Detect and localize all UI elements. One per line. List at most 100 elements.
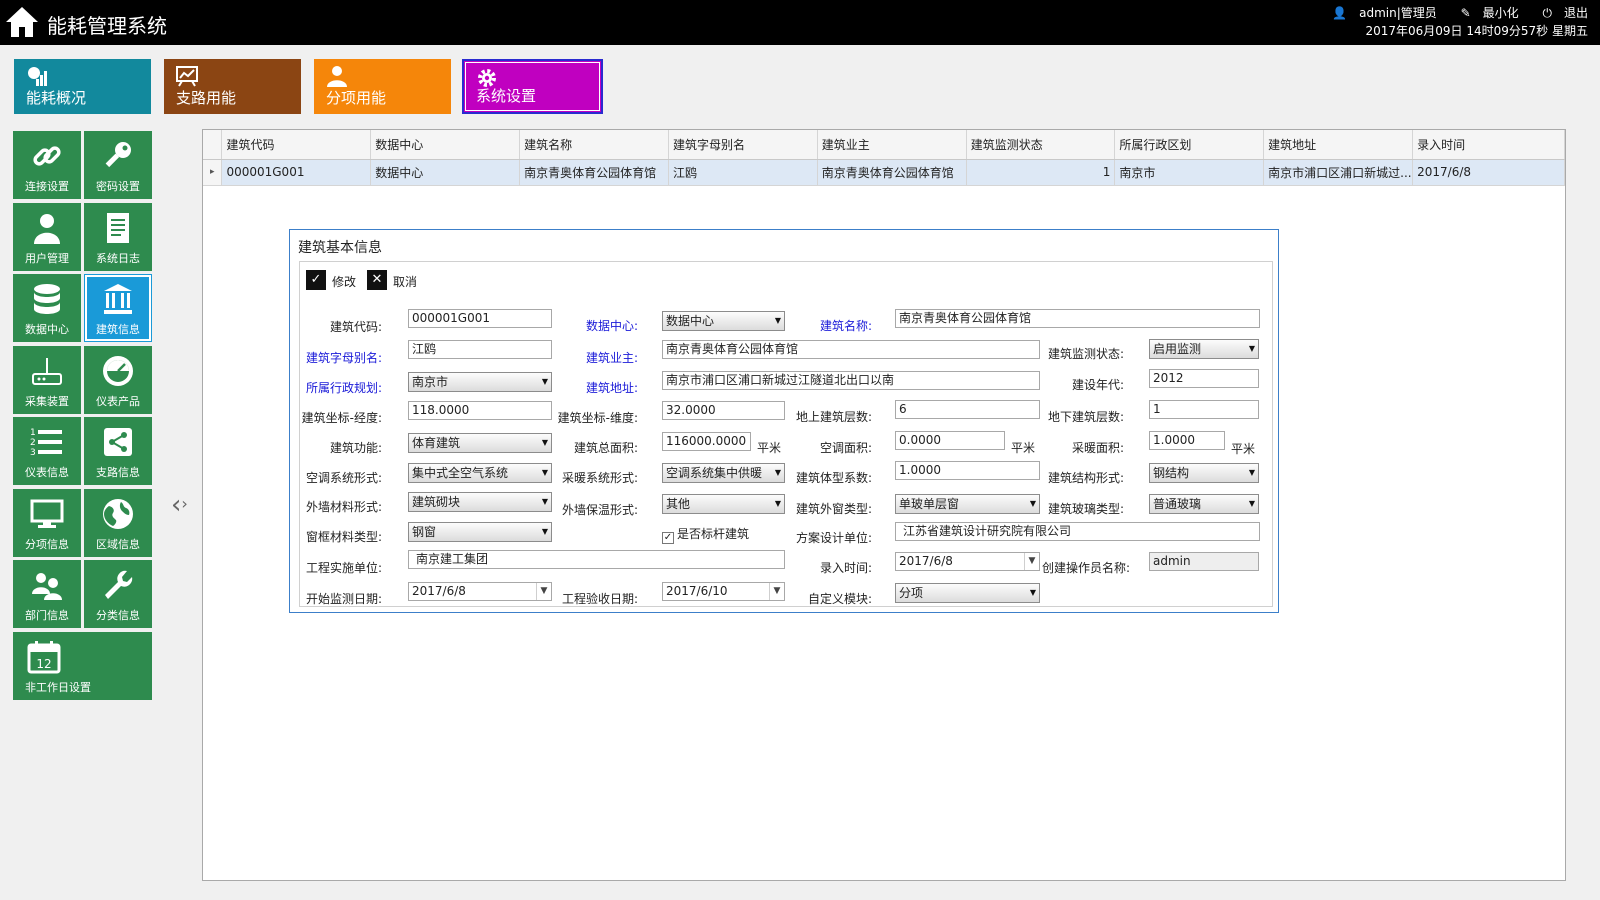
construction-unit-field[interactable]: 南京建工集团	[408, 550, 785, 569]
chevron-down-icon[interactable]: ▼	[1024, 553, 1039, 570]
label-datacenter: 数据中心:	[585, 319, 638, 333]
sidebar-item-nonworking-days[interactable]: 12 非工作日设置	[13, 632, 152, 700]
collapse-sidebar-button[interactable]: ‹›	[171, 490, 188, 520]
ac-area-unit: 平米	[1011, 441, 1036, 455]
table-cell[interactable]: 000001G001	[221, 159, 372, 186]
column-header[interactable]: 建筑代码	[221, 130, 372, 160]
longitude-field[interactable]: 118.0000	[408, 401, 552, 420]
table-cell[interactable]: 1	[966, 159, 1116, 186]
chevron-down-icon[interactable]: ▼	[769, 583, 784, 600]
datacenter-select[interactable]: 数据中心 ▼	[662, 311, 785, 331]
column-header[interactable]: 建筑名称	[519, 130, 670, 160]
label-entry-time: 录入时间:	[819, 561, 872, 575]
table-cell[interactable]: 2017/6/8	[1412, 159, 1565, 186]
sidebar-item-datacenter[interactable]: 数据中心	[13, 274, 81, 342]
sidebar-item-users[interactable]: 用户管理	[13, 203, 81, 271]
current-user[interactable]: 👤 admin|管理员	[1322, 6, 1437, 20]
design-unit-field[interactable]: 江苏省建筑设计研究院有限公司	[895, 522, 1260, 541]
calendar-icon: 12	[27, 641, 61, 674]
chevron-left-icon: ‹	[171, 490, 182, 520]
glass-type-select[interactable]: 普通玻璃 ▼	[1149, 494, 1259, 514]
ac-area-field[interactable]: 0.0000	[895, 431, 1005, 450]
sidebar-item-meter-products[interactable]: 仪表产品	[84, 346, 152, 414]
sidebar-item-item-info[interactable]: 分项信息	[13, 489, 81, 557]
operator-field[interactable]: admin	[1149, 552, 1259, 571]
column-header[interactable]: 建筑字母别名	[668, 130, 818, 160]
floors-below-field[interactable]: 1	[1149, 400, 1259, 419]
region-select[interactable]: 南京市 ▼	[408, 372, 552, 392]
heating-system-select[interactable]: 空调系统集中供暖 ▼	[662, 463, 785, 483]
monitor-icon	[30, 499, 64, 528]
alias-field[interactable]: 江鸥	[408, 340, 552, 359]
sidebar-item-region-info[interactable]: 区域信息	[84, 489, 152, 557]
wall-insulation-select[interactable]: 其他 ▼	[662, 494, 785, 514]
sidebar-item-department-info[interactable]: 部门信息	[13, 560, 81, 628]
total-area-unit: 平米	[757, 441, 782, 455]
structure-select[interactable]: 钢结构 ▼	[1149, 463, 1259, 483]
label-floors-above: 地上建筑层数:	[795, 410, 872, 424]
owner-field[interactable]: 南京青奥体育公园体育馆	[662, 340, 1040, 359]
sidebar-item-category-info[interactable]: 分类信息	[84, 560, 152, 628]
chart-icon	[28, 67, 47, 86]
tab-energy-overview[interactable]: 能耗概况	[14, 59, 151, 114]
entry-time-picker[interactable]: 2017/6/8 ▼	[895, 552, 1040, 571]
heating-area-field[interactable]: 1.0000	[1149, 431, 1225, 450]
table-cell[interactable]: 南京青奥体育公园体育馆	[817, 159, 967, 186]
window-type-select[interactable]: 单玻单层窗 ▼	[895, 494, 1040, 514]
build-year-field[interactable]: 2012	[1149, 369, 1259, 388]
table-row[interactable]: ▸ 000001G001 数据中心 南京青奥体育公园体育馆 江鸥 南京青奥体育公…	[203, 159, 1565, 186]
sidebar-item-password[interactable]: 密码设置	[84, 131, 152, 199]
column-header[interactable]: 建筑地址	[1263, 130, 1414, 160]
custom-module-select[interactable]: 分项 ▼	[895, 583, 1040, 603]
minimize-icon: ✎	[1460, 6, 1471, 20]
label-monitor-status: 建筑监测状态:	[1047, 347, 1124, 361]
ac-system-select[interactable]: 集中式全空气系统 ▼	[408, 463, 552, 483]
label-custom-module: 自定义模块:	[807, 592, 872, 606]
building-code-field[interactable]: 000001G001	[408, 309, 552, 328]
floors-above-field[interactable]: 6	[895, 400, 1040, 419]
shape-coef-field[interactable]: 1.0000	[895, 461, 1040, 480]
sidebar-item-meter-info[interactable]: 123 仪表信息	[13, 417, 81, 485]
tab-itemized-energy[interactable]: 分项用能	[314, 59, 451, 114]
sidebar-item-branch-info[interactable]: 支路信息	[84, 417, 152, 485]
column-header[interactable]: 所属行政区划	[1114, 130, 1265, 160]
app-title: 能耗管理系统	[47, 14, 167, 38]
sidebar-item-building[interactable]: 建筑信息	[84, 274, 152, 342]
column-header[interactable]: 数据中心	[370, 130, 521, 160]
label-total-area: 建筑总面积:	[573, 441, 638, 455]
tab-system-settings[interactable]: 系统设置	[462, 59, 603, 114]
column-header[interactable]: 建筑监测状态	[966, 130, 1116, 160]
monitor-start-picker[interactable]: 2017/6/8 ▼	[408, 582, 552, 601]
column-header[interactable]: 建筑业主	[817, 130, 967, 160]
label-heating-area: 采暖面积:	[1071, 441, 1124, 455]
benchmark-checkbox[interactable]: ✓ 是否标杆建筑	[662, 525, 749, 544]
share-icon	[104, 428, 132, 456]
total-area-field[interactable]: 116000.0000	[662, 432, 751, 451]
chevron-down-icon[interactable]: ▼	[536, 583, 551, 600]
table-cell[interactable]: 江鸥	[668, 159, 818, 186]
monitor-status-select[interactable]: 启用监测 ▼	[1149, 339, 1259, 359]
table-cell[interactable]: 南京市	[1114, 159, 1265, 186]
latitude-field[interactable]: 32.0000	[662, 401, 785, 420]
svg-text:2: 2	[30, 438, 36, 448]
sidebar-item-collector[interactable]: 采集装置	[13, 346, 81, 414]
database-icon	[34, 284, 60, 314]
function-select[interactable]: 体育建筑 ▼	[408, 433, 552, 453]
frame-material-select[interactable]: 钢窗 ▼	[408, 522, 552, 542]
acceptance-date-picker[interactable]: 2017/6/10 ▼	[662, 582, 785, 601]
table-cell[interactable]: 南京市浦口区浦口新城过...	[1263, 159, 1414, 186]
tab-branch-energy[interactable]: 支路用能	[164, 59, 301, 114]
exit-button[interactable]: ⏻ 退出	[1532, 6, 1588, 20]
building-name-field[interactable]: 南京青奥体育公园体育馆	[895, 309, 1260, 328]
wall-material-select[interactable]: 建筑砌块 ▼	[408, 492, 552, 512]
table-cell[interactable]: 南京青奥体育公园体育馆	[519, 159, 670, 186]
sidebar-item-syslog[interactable]: 系统日志	[84, 203, 152, 271]
sidebar-item-connection[interactable]: 连接设置	[13, 131, 81, 199]
dropdown-arrow-icon: ▼	[541, 497, 548, 506]
minimize-button[interactable]: ✎ 最小化	[1451, 6, 1519, 20]
row-selector-icon[interactable]: ▸	[203, 159, 223, 186]
label-frame-material: 窗框材料类型:	[305, 530, 382, 544]
address-field[interactable]: 南京市浦口区浦口新城过江隧道北出口以南	[662, 371, 1040, 390]
column-header[interactable]: 录入时间	[1412, 130, 1565, 160]
table-cell[interactable]: 数据中心	[370, 159, 521, 186]
